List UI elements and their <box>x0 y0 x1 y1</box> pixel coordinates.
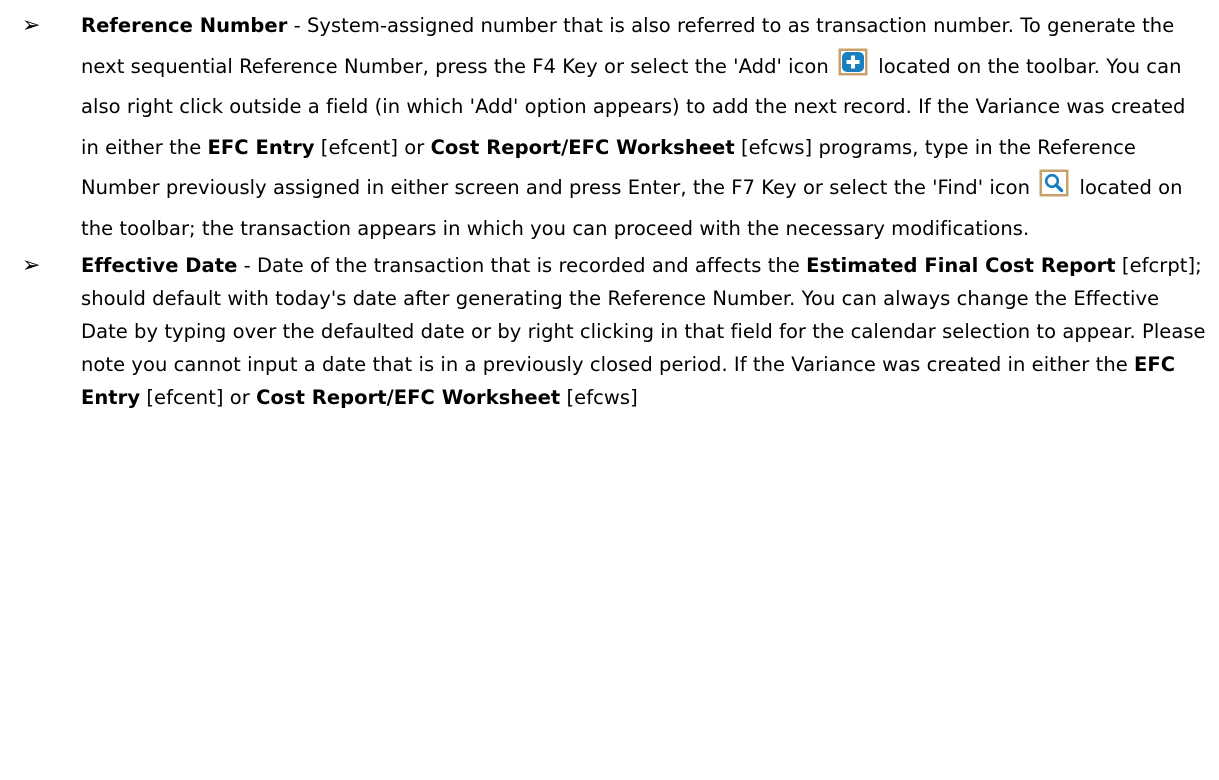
arrow-bullet-icon: ➢ <box>22 253 41 278</box>
field-description-list: ➢ Reference Number - System-assigned numb… <box>0 6 1219 414</box>
document-page: ➢ Reference Number - System-assigned numb… <box>0 0 1219 780</box>
link-cost-report-efc-worksheet[interactable]: Cost Report/EFC Worksheet <box>256 386 560 409</box>
term-effective-date: Effective Date <box>81 254 238 277</box>
link-efc-entry[interactable]: EFC Entry <box>208 136 315 159</box>
text-segment: [efcent] or <box>314 135 431 159</box>
list-item-reference-number: ➢ Reference Number - System-assigned numb… <box>0 6 1219 249</box>
text-segment: - Date of the transaction that is record… <box>237 254 807 277</box>
find-icon <box>1039 169 1069 197</box>
link-cost-report-efc-worksheet[interactable]: Cost Report/EFC Worksheet <box>431 136 735 159</box>
term-reference-number: Reference Number <box>81 14 288 37</box>
text-segment: [efcws] <box>560 386 638 409</box>
link-estimated-final-cost-report[interactable]: Estimated Final Cost Report <box>806 254 1116 277</box>
add-icon <box>838 48 868 76</box>
text-segment: [efcent] or <box>140 386 257 409</box>
list-item-effective-date: ➢ Effective Date - Date of the transactio… <box>0 249 1219 414</box>
arrow-bullet-icon: ➢ <box>22 13 41 38</box>
